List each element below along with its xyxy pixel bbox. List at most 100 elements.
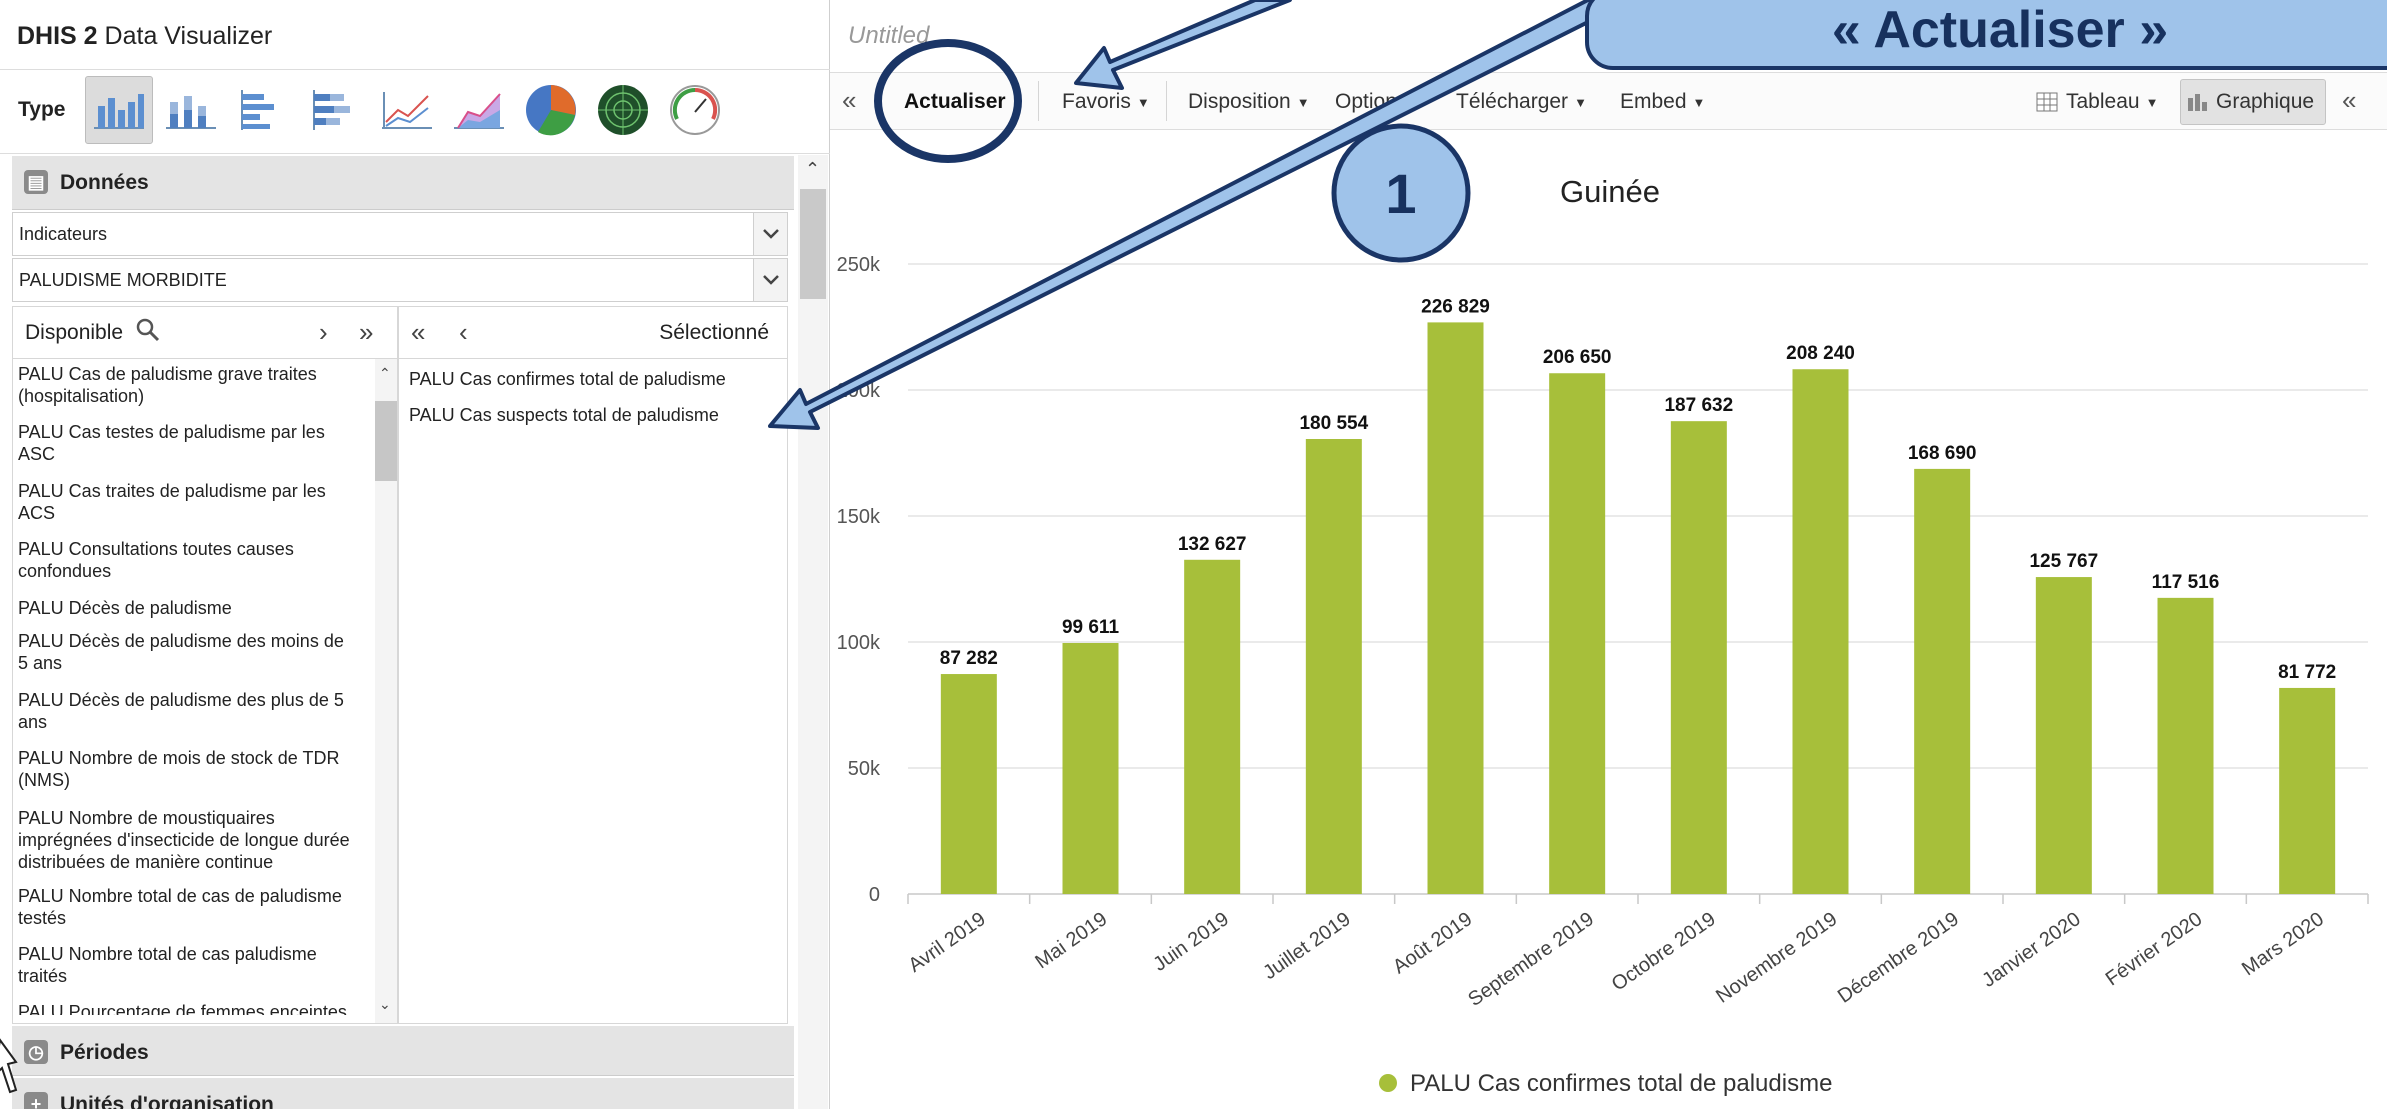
available-item[interactable]: PALU Cas traites de paludisme par les AC… xyxy=(18,480,358,524)
indicator-type-select[interactable]: Indicateurs xyxy=(12,212,788,256)
bar[interactable] xyxy=(1062,642,1119,894)
left-panel-scrollbar[interactable]: ⌃ xyxy=(798,155,828,1109)
scroll-up-icon[interactable]: ⌃ xyxy=(805,159,820,180)
org-units-section-header[interactable]: + Unités d'organisation xyxy=(12,1078,794,1109)
column-chart-icon[interactable] xyxy=(85,76,153,144)
available-item[interactable]: PALU Décès de paludisme des moins de 5 a… xyxy=(18,630,358,674)
legend-label[interactable]: PALU Cas confirmes total de paludisme xyxy=(1410,1070,1832,1097)
available-item[interactable]: PALU Nombre de moustiquaires imprégnées … xyxy=(18,807,358,873)
available-item[interactable]: PALU Pourcentage de femmes enceintes xyxy=(18,1001,358,1015)
deselect-one-icon[interactable]: ‹ xyxy=(459,317,468,348)
selected-label: Sélectionné xyxy=(659,321,769,344)
chart: 87 282 99 611 132 627 180 554 226 829 206 650… xyxy=(837,174,2369,1097)
options-menu[interactable]: Options ▼ xyxy=(1335,90,1426,114)
periods-title: Périodes xyxy=(60,1041,149,1064)
favorites-menu[interactable]: Favoris ▼ xyxy=(1062,90,1150,114)
available-item[interactable]: PALU Cas testes de paludisme par les ASC xyxy=(18,421,358,465)
available-item[interactable]: PALU Consultations toutes causes confond… xyxy=(18,538,358,582)
y-tick-label: 150k xyxy=(837,506,881,528)
periods-section-header[interactable]: ◷ Périodes xyxy=(12,1026,794,1076)
caret-down-icon: ▼ xyxy=(1692,94,1706,110)
favorite-title: Untitled xyxy=(848,22,930,49)
chart-button[interactable]: Graphique xyxy=(2186,90,2314,114)
scroll-up-icon[interactable]: ⌃ xyxy=(379,365,391,382)
bar[interactable] xyxy=(1549,373,1606,894)
separator xyxy=(880,81,881,121)
bar[interactable] xyxy=(1184,559,1241,894)
caret-down-icon: ▼ xyxy=(2145,94,2159,110)
download-label: Télécharger xyxy=(1456,90,1569,113)
bar[interactable] xyxy=(1305,439,1362,894)
available-item[interactable]: PALU Décès de paludisme xyxy=(18,597,358,619)
stacked-column-icon[interactable] xyxy=(157,76,225,144)
bar[interactable] xyxy=(1670,421,1727,894)
collapse-left-button[interactable]: « xyxy=(842,85,856,116)
available-item[interactable]: PALU Nombre de mois de stock de TDR (NMS… xyxy=(18,747,358,791)
bar[interactable] xyxy=(1792,369,1849,894)
radar-chart-icon[interactable] xyxy=(589,76,657,144)
bars xyxy=(940,322,2336,894)
x-tick-label: Juillet 2019 xyxy=(1259,908,1355,984)
available-item[interactable]: PALU Nombre total de cas de paludisme te… xyxy=(18,885,358,929)
pie-chart-icon[interactable] xyxy=(517,76,585,144)
table-button[interactable]: Tableau ▼ xyxy=(2036,90,2158,114)
layout-menu[interactable]: Disposition ▼ xyxy=(1188,90,1310,114)
caret-down-icon[interactable]: ▼ xyxy=(1012,95,1025,110)
available-item[interactable]: PALU Nombre total de cas paludisme trait… xyxy=(18,943,358,987)
chevron-down-icon[interactable] xyxy=(753,213,787,255)
data-section-title: Données xyxy=(60,171,149,194)
deselect-all-icon[interactable]: « xyxy=(411,317,425,348)
bar-chart-icon[interactable] xyxy=(229,76,297,144)
legend: PALU Cas confirmes total de paludisme xyxy=(1379,1070,1832,1097)
chevron-down-icon[interactable] xyxy=(753,259,787,301)
scroll-thumb[interactable] xyxy=(800,189,826,299)
data-label: 99 611 xyxy=(1062,617,1119,638)
collapse-right-button[interactable]: « xyxy=(2342,85,2356,116)
available-item[interactable]: PALU Cas de paludisme grave traites (hos… xyxy=(18,363,358,407)
line-chart-icon[interactable] xyxy=(373,76,441,144)
left-panel: DHIS 2 Data Visualizer Type ▤ Données In… xyxy=(0,0,830,1109)
x-tick-label: Février 2020 xyxy=(2102,908,2207,990)
gauge-chart-icon[interactable] xyxy=(661,76,729,144)
data-label: 208 240 xyxy=(1786,343,1855,364)
app-name: Data Visualizer xyxy=(104,22,273,50)
data-section-icon: ▤ xyxy=(24,170,48,194)
data-label: 87 282 xyxy=(940,648,998,669)
search-icon[interactable] xyxy=(135,317,161,349)
bar[interactable] xyxy=(2157,597,2214,894)
bar[interactable] xyxy=(1914,468,1971,894)
caret-down-icon: ▼ xyxy=(1296,94,1310,110)
bar[interactable] xyxy=(940,674,997,894)
download-menu[interactable]: Télécharger ▼ xyxy=(1456,90,1587,114)
legend-marker xyxy=(1379,1074,1397,1092)
selected-item[interactable]: PALU Cas confirmes total de paludisme xyxy=(409,369,726,390)
bar[interactable] xyxy=(2035,577,2092,894)
available-item[interactable]: PALU Décès de paludisme des plus de 5 an… xyxy=(18,689,358,733)
scroll-down-icon[interactable]: ⌄ xyxy=(379,996,391,1013)
area-chart-icon[interactable] xyxy=(445,76,513,144)
x-tick-label: Septembre 2019 xyxy=(1464,908,1598,1011)
available-scrollbar[interactable]: ⌃ ⌄ xyxy=(375,359,397,1023)
indicator-group-select[interactable]: PALUDISME MORBIDITE xyxy=(12,258,788,302)
scroll-thumb[interactable] xyxy=(375,401,397,481)
x-tick-label: Novembre 2019 xyxy=(1712,908,1841,1008)
update-button[interactable]: Actualiser ▼ xyxy=(904,90,1024,114)
select-all-icon[interactable]: » xyxy=(359,317,373,348)
caret-down-icon: ▼ xyxy=(1574,94,1587,110)
x-tick-label: Avril 2019 xyxy=(905,908,990,977)
selected-header: « ‹ Sélectionné xyxy=(399,307,787,359)
stacked-bar-icon[interactable] xyxy=(301,76,369,144)
data-section-header[interactable]: ▤ Données xyxy=(12,156,794,210)
select-one-icon[interactable]: › xyxy=(319,317,328,348)
data-label: 81 772 xyxy=(2278,662,2336,683)
selected-item[interactable]: PALU Cas suspects total de paludisme xyxy=(409,405,719,426)
chart-type-bar: Type xyxy=(0,70,830,154)
bar[interactable] xyxy=(1427,322,1484,894)
x-tick-label: Mars 2020 xyxy=(2238,908,2328,980)
bar[interactable] xyxy=(2279,687,2336,894)
selected-list: « ‹ Sélectionné PALU Cas confirmes total… xyxy=(398,306,788,1024)
app-brand: DHIS 2 xyxy=(17,22,98,50)
indicator-group-value: PALUDISME MORBIDITE xyxy=(19,270,227,290)
available-list: Disponible › » PALU Cas de paludisme gra… xyxy=(12,306,398,1024)
embed-menu[interactable]: Embed ▼ xyxy=(1620,90,1705,114)
